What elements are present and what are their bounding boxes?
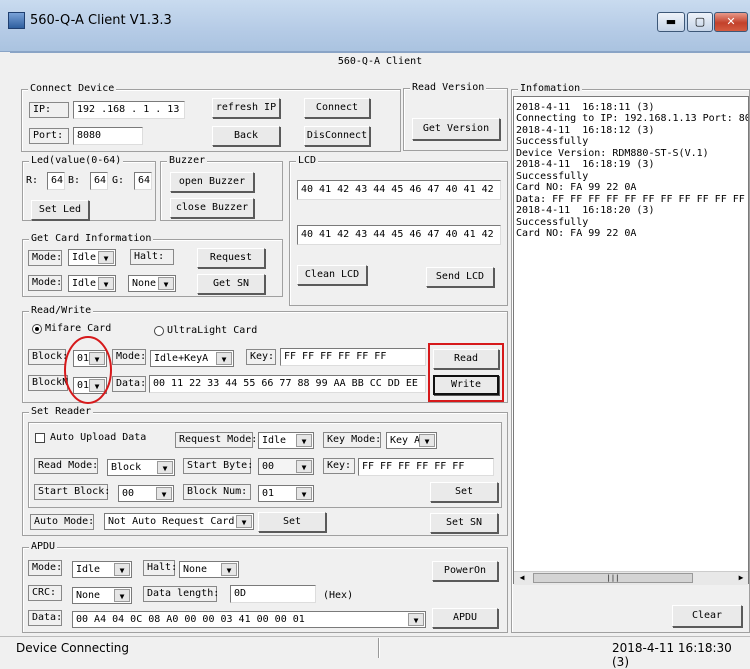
chevron-down-icon: ▼: [114, 589, 130, 602]
request-mode-select[interactable]: Idle ▼: [258, 432, 314, 449]
block-num-label: Block Num:: [183, 484, 251, 500]
chevron-down-icon: ▼: [296, 434, 312, 447]
scroll-thumb[interactable]: |||: [533, 573, 693, 583]
apdu-data-select[interactable]: 00 A4 04 0C 08 A0 00 00 03 41 00 00 01 ▼: [72, 611, 426, 628]
log-line: 2018-4-11 16:18:19 (3): [516, 159, 655, 170]
start-byte-label: Start Byte:: [183, 458, 253, 474]
chevron-down-icon: ▼: [114, 563, 130, 576]
auto-upload-checkbox[interactable]: [35, 433, 45, 443]
start-byte-select[interactable]: 00 ▼: [258, 458, 314, 475]
apdu-button[interactable]: APDU: [432, 608, 498, 628]
block-num-select[interactable]: 01 ▼: [258, 485, 314, 502]
chevron-down-icon: ▼: [296, 460, 312, 473]
apdu-halt-label: Halt:: [143, 560, 177, 576]
chevron-down-icon: ▼: [156, 487, 172, 500]
group-label: Infomation: [518, 83, 583, 95]
key-mode-label: Key Mode:: [323, 432, 381, 448]
log-line: Successfully: [516, 136, 589, 147]
apdu-data-label: Data:: [28, 610, 62, 626]
chevron-down-icon: ▼: [157, 461, 173, 474]
scroll-right-icon[interactable]: ▶: [734, 572, 748, 584]
chevron-down-icon: ▼: [408, 613, 424, 626]
auto-mode-label: Auto Mode:: [30, 514, 94, 530]
auto-upload-label: Auto Upload Data: [50, 432, 147, 443]
crc-label: CRC:: [28, 585, 62, 601]
chevron-down-icon: ▼: [296, 487, 312, 500]
log-line: Successfully: [516, 217, 589, 228]
status-right-text: 2018-4-11 16:18:30 (3): [612, 641, 732, 669]
log-line: Successfully: [516, 171, 589, 182]
auto-mode-set-button[interactable]: Set: [258, 512, 326, 532]
scroll-left-icon[interactable]: ◀: [515, 572, 529, 584]
log-line: Connecting to IP: 192.168.1.13 Port: 808…: [516, 113, 749, 124]
log-line: Data: FF FF FF FF FF FF FF FF FF FF FF F…: [516, 194, 749, 205]
group-label: Set Reader: [29, 406, 94, 418]
log-line: 2018-4-11 16:18:12 (3): [516, 125, 655, 136]
key-mode-select[interactable]: Key A ▼: [386, 432, 437, 449]
chevron-down-icon: ▼: [221, 563, 237, 576]
data-length-input[interactable]: 0D: [230, 585, 316, 603]
apdu-mode-label: Mode:: [28, 560, 62, 576]
data-length-label: Data length:: [143, 586, 219, 602]
chevron-down-icon: ▼: [236, 515, 252, 528]
chevron-down-icon: ▼: [419, 434, 435, 447]
log-line: Card NO: FA 99 22 0A: [516, 228, 637, 239]
read-mode-select[interactable]: Block ▼: [107, 459, 175, 476]
auto-mode-select[interactable]: Not Auto Request Card ▼: [104, 513, 254, 530]
sr-key-input[interactable]: FF FF FF FF FF FF: [358, 458, 494, 476]
set-sn-button[interactable]: Set SN: [430, 513, 498, 533]
log-line: Card NO: FA 99 22 0A: [516, 182, 637, 193]
request-mode-label: Request Mode:: [175, 432, 257, 448]
status-left-text: Device Connecting: [16, 641, 130, 655]
log-line: 2018-4-11 16:18:11 (3): [516, 102, 655, 113]
clear-button[interactable]: Clear: [672, 605, 742, 627]
log-line: Device Version: RDM880-ST-S(V.1): [516, 148, 709, 159]
apdu-mode-select[interactable]: Idle ▼: [72, 561, 132, 578]
log-line: 2018-4-11 16:18:20 (3): [516, 205, 655, 216]
start-block-label: Start Block:: [34, 484, 110, 500]
crc-select[interactable]: None ▼: [72, 587, 132, 604]
apdu-halt-select[interactable]: None ▼: [179, 561, 239, 578]
power-on-button[interactable]: PowerOn: [432, 561, 498, 581]
group-label: APDU: [29, 541, 58, 553]
read-mode-label: Read Mode:: [34, 458, 98, 474]
hex-label: (Hex): [323, 590, 354, 601]
sr-key-label: Key:: [323, 458, 355, 474]
information-log[interactable]: 2018-4-11 16:18:11 (3) Connecting to IP:…: [513, 96, 749, 584]
status-divider: [378, 638, 380, 658]
set-reader-set-button[interactable]: Set: [430, 482, 498, 502]
start-block-select[interactable]: 00 ▼: [118, 485, 174, 502]
